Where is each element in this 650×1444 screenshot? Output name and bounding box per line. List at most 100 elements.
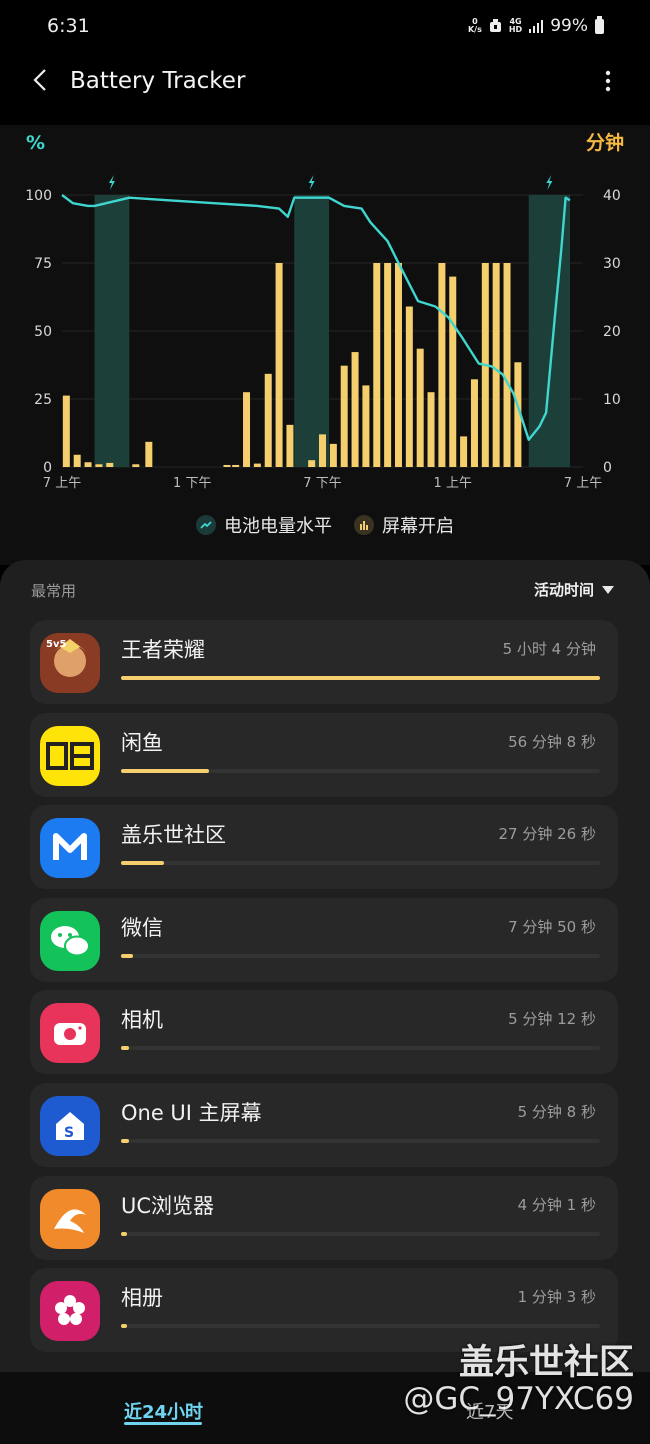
chart-canvas: % 分钟100 4075 3050 2025 100 07 上午 1 下午 7 下午 1 上午 7 … [25,131,624,491]
alarm-icon [489,19,501,32]
back-arrow-icon[interactable] [30,68,54,92]
charging-period [294,195,330,467]
battery-chart: % 分钟 100 40 75 30 50 20 25 10 0 0 7 上午 1 下午 7 下午 1 上午 7 … [0,125,650,565]
usage-bar [121,1046,600,1051]
left-tick-label: 0 [43,460,52,476]
screen-on-bar [319,434,326,467]
right-axis-title: 分钟 [586,131,624,154]
usage-bar [121,676,600,680]
legend-battery-level[interactable]: 电池电量水平 [196,512,332,538]
usage-bar-fill [121,676,600,680]
usage-bar-fill [121,1324,127,1329]
honor-of-kings-icon: 5v5 [40,633,100,693]
app-usage-row[interactable]: 闲鱼 56 分钟 8 秒 [30,712,618,797]
app-usage-time: 1 分钟 3 秒 [517,1288,596,1307]
usage-bar-fill [121,861,165,866]
screen-on-bar [329,443,337,467]
screen-on-bar [503,263,511,467]
network-type-indicator: 4G HD [508,17,523,34]
tab-24-hours[interactable]: 近24小时 [124,1398,203,1424]
app-usage-row[interactable]: 盖乐世社区 27 分钟 26 秒 [30,805,618,890]
usage-bar-fill [121,1046,130,1051]
app-name: 王者荣耀 [121,638,205,662]
app-name: 闲鱼 [121,730,163,755]
app-usage-time: 7 分钟 50 秒 [508,917,596,936]
charging-bolt-icon [308,175,315,190]
watermark-user: @GC_97YXC69 [403,1381,634,1417]
usage-bar-fill [121,1138,130,1143]
screen-on-bar [340,365,348,467]
page-title: Battery Tracker [70,68,246,94]
section-title: 最常用 [31,582,77,600]
screen-on-bar [95,464,103,467]
app-usage-time: 5 分钟 8 秒 [517,1102,596,1121]
more-options-icon[interactable] [598,68,618,94]
app-usage-list: 5v5 王者荣耀 5 小时 4 分钟闲鱼 56 分钟 8 秒盖乐世社区 27 分钟 26… [30,620,618,1361]
xianyu-icon [40,725,100,786]
screen-on-bar [373,263,381,467]
screen-on-bar [253,463,261,467]
net-speed-indicator: 0 K/s [467,17,482,34]
app-usage-row[interactable]: 相机 5 分钟 12 秒 [30,990,618,1075]
app-name: UC浏览器 [121,1193,215,1218]
chart-legend: 电池电量水平 屏幕开启 [0,512,650,538]
screen-on-bar [232,464,240,467]
app-name: 相册 [121,1286,163,1311]
x-tick-label: 1 下午 [173,476,211,491]
usage-bar-fill [121,768,210,773]
screen-on-bar [405,306,413,467]
right-tick-label: 10 [603,392,621,408]
usage-bar-fill [121,1231,128,1236]
screen-on-bar [275,263,283,467]
wechat-icon [40,910,100,971]
app-usage-row[interactable]: 5v5 王者荣耀 5 小时 4 分钟 [30,620,618,704]
app-usage-row[interactable]: S One UI 主屏幕 5 分钟 8 秒 [30,1082,618,1167]
app-usage-time: 5 分钟 12 秒 [508,1010,596,1029]
usage-bar [121,768,600,773]
right-tick-label: 20 [603,324,621,340]
gallery-icon [40,1281,100,1342]
screen-on-bar [84,462,92,467]
camera-icon [40,1003,100,1064]
screen-on-bar [416,348,424,467]
screen-on-bar [132,464,140,467]
x-tick-label: 7 上午 [564,476,602,491]
right-tick-label: 40 [603,188,621,204]
usage-bar [121,861,600,866]
screen-on-bar [264,373,272,467]
screen-on-bar [492,263,500,467]
app-name: 微信 [121,915,163,940]
sort-label: 活动时间 [533,581,594,599]
screen-on-bar [73,454,81,467]
screen-on-bar [460,436,468,467]
galaxy-members-icon [40,818,100,879]
status-icons: 0 K/s 4G HD 99% [467,15,604,36]
charging-period [528,195,570,467]
screen-on-bar [394,263,402,467]
screen-on-bar [438,263,446,467]
screen-on-bar [106,462,114,467]
screen-on-bar [351,352,359,467]
app-usage-row[interactable]: UC浏览器 4 分钟 1 秒 [30,1175,618,1260]
usage-bar [121,1231,600,1236]
legend-screen-label: 屏幕开启 [382,516,454,537]
bar-chart-icon [354,515,374,535]
right-tick-label: 30 [603,256,621,272]
charging-bolt-icon [546,175,553,190]
screen-on-bar [362,385,370,467]
app-usage-row[interactable]: 微信 7 分钟 50 秒 [30,897,618,982]
legend-battery-label: 电池电量水平 [224,516,332,537]
left-tick-label: 100 [25,188,52,204]
screen-on-bar [470,379,478,467]
legend-screen-on[interactable]: 屏幕开启 [354,512,454,538]
screen-on-bar [427,392,435,467]
status-time: 6:31 [47,15,90,37]
one-ui-home-icon: S [40,1095,100,1156]
usage-panel: 最常用 活动时间 5v5 王者荣耀 5 小时 4 分钟闲鱼 56 分钟 8 秒盖乐世社… [0,560,650,1444]
sort-dropdown[interactable]: 活动时间 [534,579,614,600]
left-tick-label: 75 [34,256,52,272]
charging-bolt-icon [108,175,115,190]
line-chart-icon [196,515,216,535]
app-usage-time: 5 小时 4 分钟 [502,640,596,658]
usage-bar [121,1138,600,1143]
